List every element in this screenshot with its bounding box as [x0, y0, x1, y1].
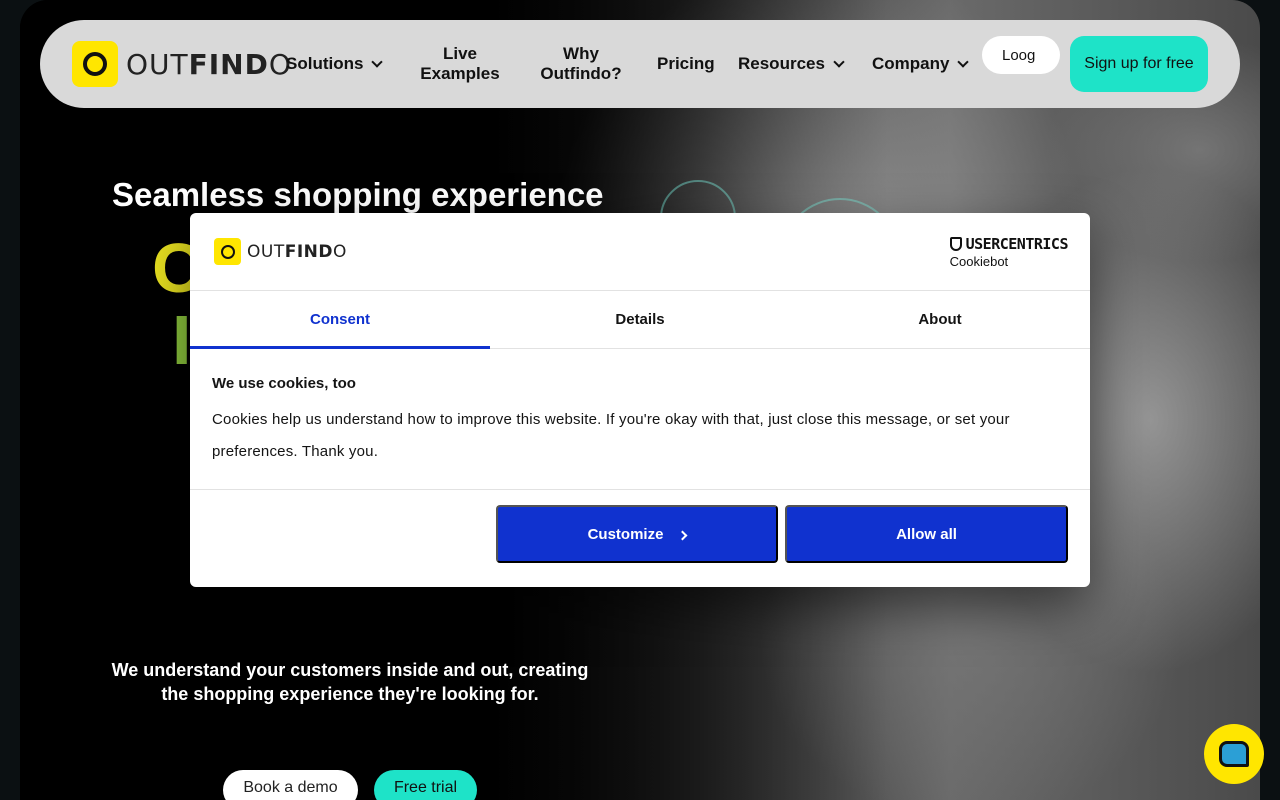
free-trial-button[interactable]: Free trial — [374, 770, 477, 800]
logo-mark-icon — [214, 238, 241, 265]
nav-resources-label: Resources — [738, 54, 825, 73]
hero-title: Seamless shopping experience — [112, 176, 604, 213]
tab-details[interactable]: Details — [490, 291, 790, 348]
nav-solutions[interactable]: Solutions — [286, 54, 384, 74]
chevron-down-icon — [957, 56, 970, 68]
logo-mark-icon — [72, 41, 118, 87]
brand-logo[interactable]: OUTFINDO — [72, 41, 292, 87]
nav-resources[interactable]: Resources — [738, 54, 845, 74]
provider-name: USERCENTRICS — [965, 235, 1069, 253]
cookie-dialog-footer: Customize Allow all — [190, 490, 1090, 586]
cookie-description: Cookies help us understand how to improv… — [212, 411, 1010, 460]
cookie-dialog-header: OUTFINDO USERCENTRICS Cookiebot — [190, 213, 1090, 291]
allow-all-button[interactable]: Allow all — [785, 505, 1068, 563]
cookie-dialog-body: We use cookies, too Cookies help us unde… — [190, 349, 1090, 490]
provider-subtitle: Cookiebot — [949, 254, 1009, 269]
chevron-down-icon — [371, 56, 384, 68]
customize-button[interactable]: Customize — [496, 505, 778, 563]
nav-pricing[interactable]: Pricing — [657, 54, 715, 74]
chevron-down-icon — [833, 56, 845, 68]
shield-icon — [949, 237, 962, 251]
hero-subtitle: We understand your customers inside and … — [111, 660, 589, 704]
dialog-brand-logo: OUTFINDO — [214, 238, 347, 265]
cookie-heading: We use cookies, too — [212, 375, 356, 392]
chat-bubble-icon — [1219, 741, 1249, 767]
nav-why-outfindo[interactable]: Why Outfindo? — [531, 44, 631, 84]
nav-solutions-label: Solutions — [286, 54, 364, 73]
nav-why-outfindo-label: Why Outfindo? — [540, 44, 622, 83]
cookie-consent-dialog: OUTFINDO USERCENTRICS Cookiebot Consent … — [190, 213, 1090, 587]
customize-label: Customize — [587, 525, 664, 543]
top-navbar: OUTFINDO — [40, 20, 1240, 108]
nav-live-examples-label: Live Examples — [420, 44, 500, 83]
chat-launcher-button[interactable] — [1204, 724, 1264, 784]
book-demo-button[interactable]: Book a demo — [223, 770, 358, 800]
login-button[interactable]: Loog — [982, 36, 1060, 74]
cookie-tabs: Consent Details About — [190, 291, 1090, 349]
logo-wordmark: OUTFINDO — [126, 47, 292, 81]
logo-wordmark: OUTFINDO — [247, 241, 347, 262]
hero-headline-line2: I — [172, 301, 192, 379]
tab-about[interactable]: About — [790, 291, 1090, 348]
nav-company[interactable]: Company — [872, 54, 970, 74]
cookiebot-provider-logo[interactable]: USERCENTRICS Cookiebot — [949, 235, 1069, 269]
signup-button[interactable]: Sign up for free — [1070, 36, 1208, 92]
nav-company-label: Company — [872, 54, 950, 73]
chevron-right-icon — [677, 530, 688, 540]
nav-pricing-label: Pricing — [657, 54, 715, 73]
tab-consent[interactable]: Consent — [190, 291, 490, 349]
nav-live-examples[interactable]: Live Examples — [410, 44, 510, 84]
